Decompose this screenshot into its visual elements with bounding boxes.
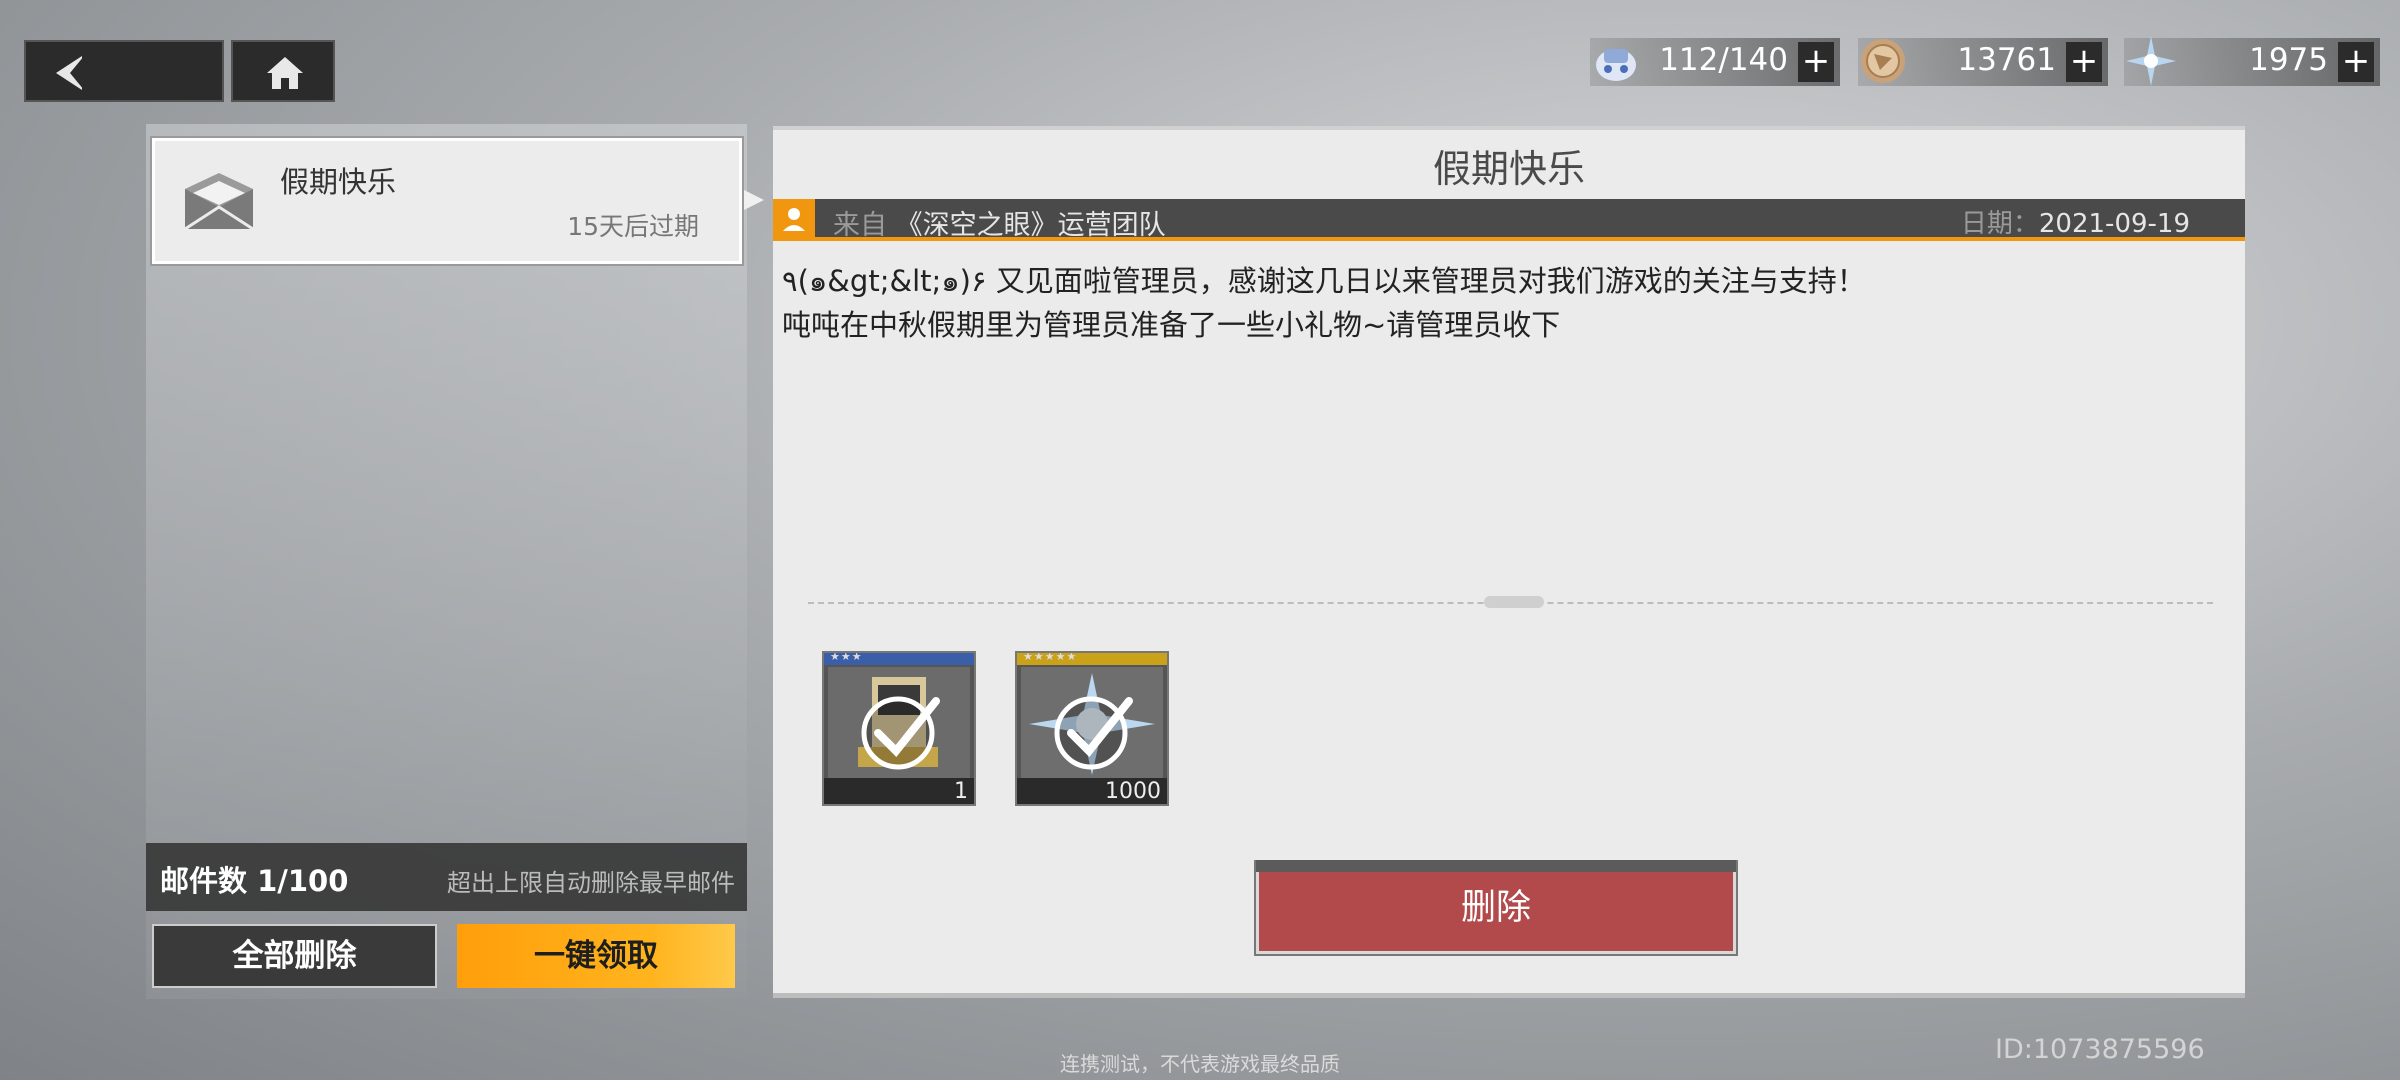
sender-icon [773, 199, 815, 241]
delete-mail-button[interactable]: 删除 [1256, 862, 1736, 954]
mail-date: 2021-09-19 [2038, 209, 2190, 239]
attachment-item[interactable]: ★★★ 1 [822, 651, 976, 806]
add-crystal-button[interactable]: + [2338, 42, 2374, 82]
mail-count: 邮件数 1/100 [160, 864, 349, 898]
mail-body-line-1: ٩(๑&gt;&lt;๑)۶ 又见面啦管理员，感谢这几日以来管理员对我们游戏的关… [782, 264, 1866, 298]
mail-limit-note: 超出上限自动删除最早邮件 [447, 869, 735, 897]
attachment-count: 1000 [1105, 779, 1161, 804]
mail-item-expire: 15天后过期 [567, 212, 699, 241]
stamina-value: 112/140 [1659, 42, 1788, 78]
currency-stamina: 112/140 + [1590, 38, 1840, 86]
sender-name: 《深空之眼》运营团队 [895, 210, 1166, 241]
mail-count-bar: 邮件数 1/100 超出上限自动删除最早邮件 [146, 843, 747, 911]
back-button[interactable] [24, 40, 224, 102]
claimed-check-icon [1054, 696, 1133, 770]
delete-all-label: 全部删除 [232, 938, 357, 974]
claim-all-label: 一键领取 [534, 938, 658, 974]
home-icon [267, 57, 303, 89]
mail-body-line-2: 吨吨在中秋假期里为管理员准备了一些小礼物~请管理员收下 [782, 308, 1561, 342]
crystal-value: 1975 [2249, 42, 2328, 78]
add-coin-button[interactable]: + [2066, 42, 2102, 82]
envelope-icon [184, 173, 254, 231]
coin-icon [1861, 39, 1905, 83]
crystal-icon [2126, 36, 2176, 86]
attachment-item[interactable]: ★★★★★ 1000 [1015, 651, 1169, 806]
mail-title: 假期快乐 [1432, 147, 1585, 191]
mail-item-title: 假期快乐 [280, 165, 397, 199]
coin-value: 13761 [1957, 42, 2056, 78]
home-button[interactable] [231, 40, 335, 102]
divider-handle [1484, 596, 1544, 608]
claim-all-button[interactable]: 一键领取 [457, 924, 735, 988]
ship-icon [1596, 49, 1636, 81]
rarity-stars: ★★★★★ [1023, 651, 1078, 663]
mail-sender-bar: 来自 《深空之眼》运营团队 日期：2021-09-19 [773, 199, 2245, 241]
attachment-count: 1 [954, 779, 968, 804]
currency-coin: 13761 + [1858, 38, 2108, 86]
add-stamina-button[interactable]: + [1798, 42, 1834, 82]
user-id: ID:1073875596 [1995, 1034, 2205, 1065]
claimed-check-icon [861, 696, 940, 770]
date-prefix: 日期： [1960, 209, 2039, 239]
currency-crystal: 1975 + [2124, 36, 2380, 86]
sender-prefix: 来自 [833, 210, 887, 241]
rarity-stars: ★★★ [830, 651, 863, 663]
selected-arrow-icon [744, 190, 764, 210]
delete-label: 删除 [1460, 888, 1531, 928]
delete-all-button[interactable]: 全部删除 [152, 924, 437, 988]
mail-list-item[interactable]: 假期快乐 15天后过期 [152, 138, 742, 264]
